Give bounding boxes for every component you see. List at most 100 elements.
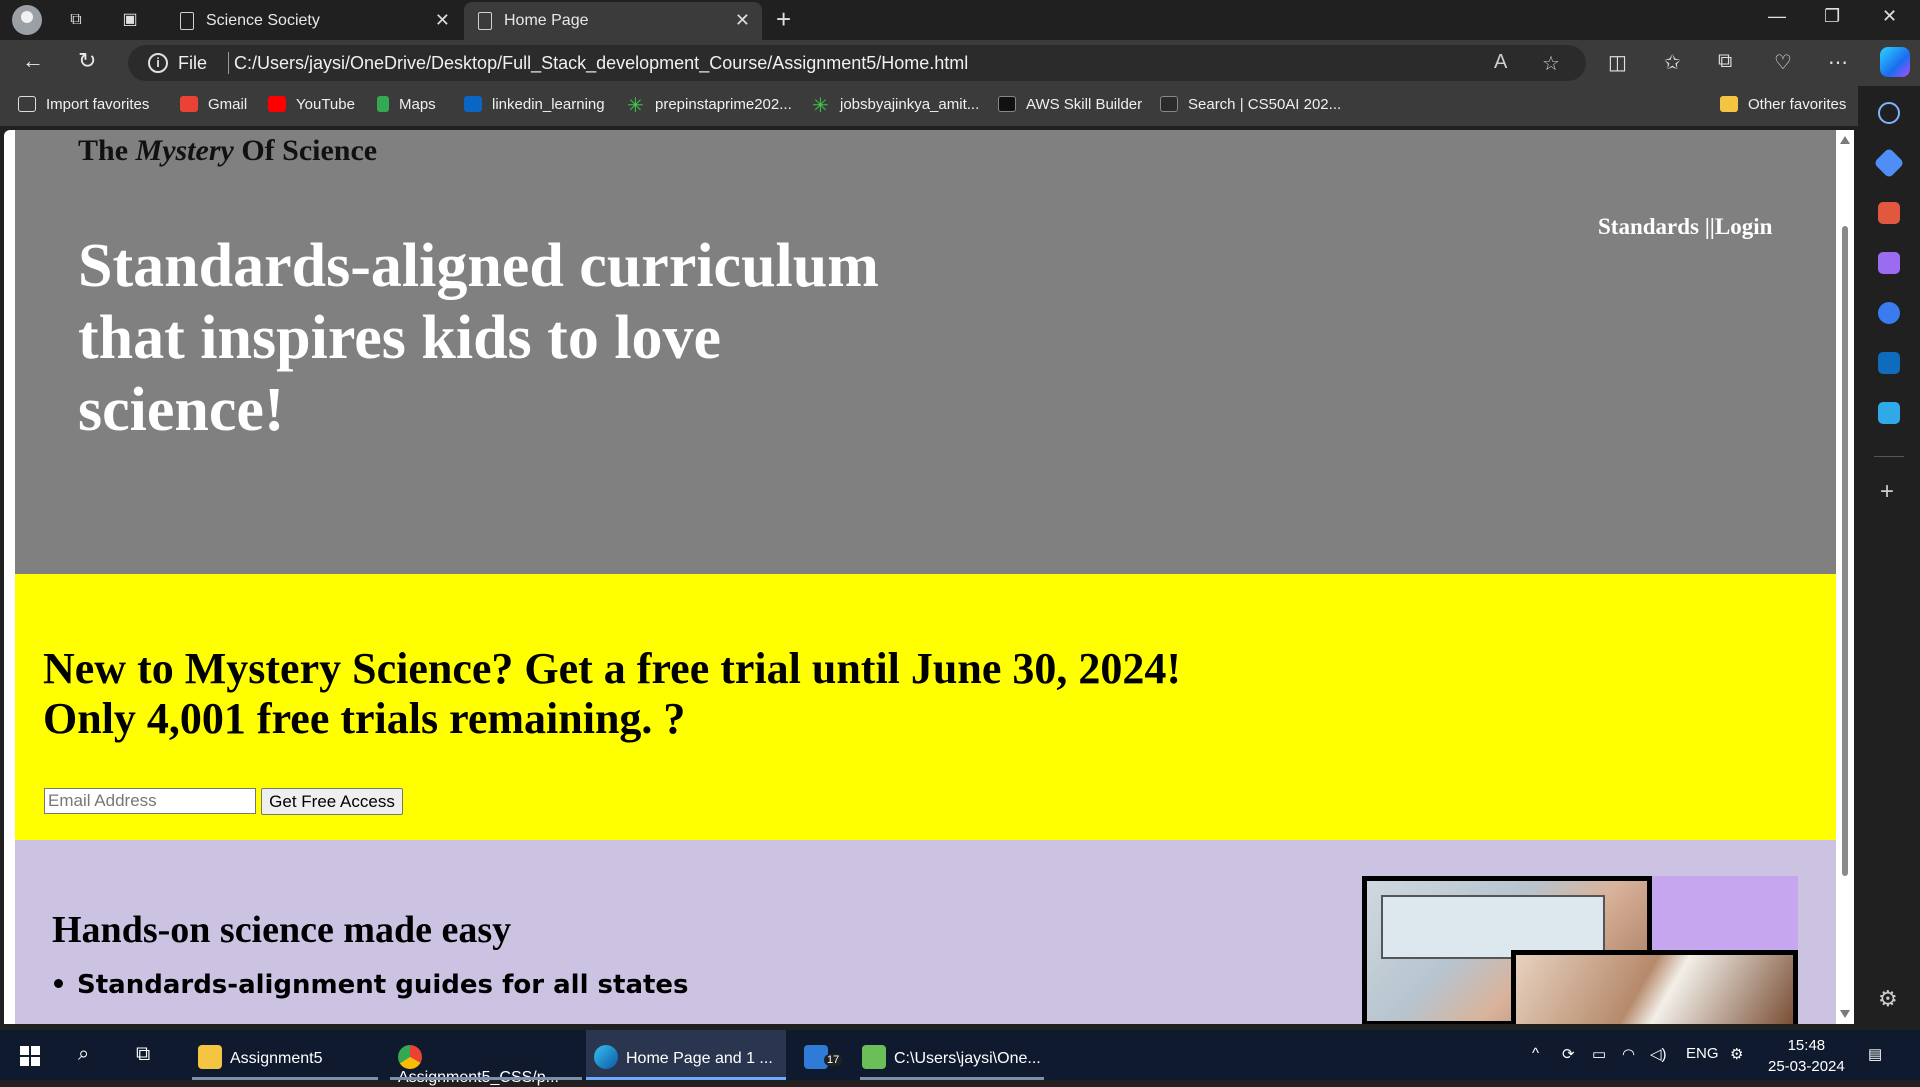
chrome-icon <box>398 1045 422 1069</box>
taskbar-app-chrome[interactable]: Assignment5_CSS/p... <box>390 1030 582 1086</box>
folder-icon <box>1720 96 1738 112</box>
add-icon[interactable]: + <box>1880 478 1894 506</box>
close-icon[interactable]: ✕ <box>735 10 750 31</box>
profile-avatar[interactable] <box>12 5 42 35</box>
taskbar-app-edge[interactable]: Home Page and 1 ... <box>586 1030 786 1080</box>
back-icon[interactable]: ← <box>22 48 44 74</box>
microsoft-365-icon[interactable] <box>1878 302 1900 324</box>
scroll-down-icon[interactable] <box>1840 1010 1850 1018</box>
language-indicator[interactable]: ENG <box>1686 1045 1719 1062</box>
close-icon[interactable]: ✕ <box>435 10 450 31</box>
list-item: Standards-alignment guides for all state… <box>77 970 689 1000</box>
address-separator <box>228 52 229 74</box>
site-brand: The Mystery Of Science <box>78 134 377 168</box>
favorite-cs50ai[interactable]: Search | CS50AI 202... <box>1160 96 1341 113</box>
favorite-other[interactable]: Other favorites <box>1720 96 1846 113</box>
nav-login-link[interactable]: Login <box>1715 214 1773 239</box>
favorites-bar: Import favorites Gmail YouTube Maps link… <box>0 86 1920 126</box>
favorite-star-icon[interactable]: ☆ <box>1542 51 1560 76</box>
favorite-import[interactable]: Import favorites <box>18 96 149 113</box>
restore-icon[interactable]: ❐ <box>1824 6 1840 27</box>
outlook-icon[interactable] <box>1878 352 1900 374</box>
drop-icon[interactable] <box>1878 402 1900 424</box>
windows-start-icon[interactable] <box>20 1046 40 1066</box>
favorite-jobsbyajinkya[interactable]: ✳ jobsbyajinkya_amit... <box>812 95 979 117</box>
brand-prefix: The <box>78 134 129 167</box>
wifi-icon[interactable]: ◠ <box>1622 1045 1635 1063</box>
edge-sidebar: + ⚙ <box>1858 86 1920 1030</box>
url-text[interactable]: C:/Users/jaysi/OneDrive/Desktop/Full_Sta… <box>234 53 968 74</box>
nav-standards-link[interactable]: Standards <box>1598 214 1699 239</box>
task-view-icon[interactable]: ⧉ <box>136 1043 150 1066</box>
show-hidden-icons-icon[interactable]: ^ <box>1532 1045 1539 1062</box>
settings-gear-icon[interactable]: ⚙ <box>1878 986 1898 1012</box>
linkedin-icon <box>464 96 482 112</box>
more-options-icon[interactable]: ⋯ <box>1828 50 1848 75</box>
clock-time: 15:48 <box>1787 1037 1826 1054</box>
taskbar-app-assignment5[interactable]: Assignment5 <box>192 1030 378 1080</box>
shopping-tag-icon[interactable] <box>1873 147 1905 179</box>
features-section: Hands-on science made easy Standards-ali… <box>15 840 1836 1024</box>
volume-icon[interactable]: ◁) <box>1650 1045 1667 1063</box>
address-bar[interactable]: i File C:/Users/jaysi/OneDrive/Desktop/F… <box>128 45 1586 81</box>
favorite-aws-skill-builder[interactable]: AWS Skill Builder <box>998 96 1142 113</box>
read-aloud-icon[interactable]: A <box>1494 51 1507 74</box>
search-icon[interactable] <box>1878 102 1900 124</box>
new-tab-icon[interactable]: + <box>776 4 791 35</box>
aws-icon <box>998 96 1016 112</box>
tab-home-page[interactable]: Home Page ✕ <box>464 2 762 40</box>
page-icon <box>478 12 492 30</box>
notepad-icon <box>862 1045 886 1069</box>
toolbox-icon[interactable] <box>1878 202 1900 224</box>
page-scrollbar[interactable] <box>1836 130 1854 1024</box>
scroll-up-icon[interactable] <box>1840 136 1850 144</box>
workspaces-icon[interactable]: ⧉ <box>64 8 88 32</box>
copilot-icon[interactable] <box>1880 47 1910 77</box>
promo-text: New to Mystery Science? Get a free trial… <box>43 644 1181 744</box>
brand-italic: Mystery <box>135 134 234 167</box>
features-list: Standards-alignment guides for all state… <box>77 970 689 1000</box>
notifications-icon[interactable]: ▤ <box>1868 1045 1882 1063</box>
page-icon <box>180 12 194 30</box>
battery-icon[interactable]: ▭ <box>1592 1045 1606 1063</box>
close-window-icon[interactable]: ✕ <box>1882 6 1897 27</box>
games-icon[interactable] <box>1878 252 1900 274</box>
promo-line-1: New to Mystery Science? Get a free trial… <box>43 644 1182 693</box>
sync-icon[interactable]: ⟳ <box>1562 1045 1575 1063</box>
tab-label: Science Society <box>206 12 320 29</box>
scroll-thumb[interactable] <box>1842 226 1848 876</box>
youtube-icon <box>268 96 286 112</box>
favorite-maps[interactable]: Maps <box>377 96 436 113</box>
edx-icon <box>1160 96 1178 112</box>
minimize-icon[interactable]: — <box>1768 6 1786 27</box>
collections-icon[interactable]: ⧉ <box>1718 50 1732 73</box>
tab-label: Home Page <box>504 12 589 29</box>
asterisk-icon: ✳ <box>812 95 829 117</box>
mail-badge: 17 <box>824 1054 843 1066</box>
maps-icon <box>377 96 389 112</box>
get-free-access-button[interactable]: Get Free Access <box>261 788 403 815</box>
favorite-prepinsta[interactable]: ✳ prepinstaprime202... <box>627 96 792 116</box>
brand-suffix: Of Science <box>241 134 378 167</box>
settings-icon[interactable]: ⚙ <box>1730 1045 1743 1063</box>
free-trial-section: New to Mystery Science? Get a free trial… <box>15 574 1836 840</box>
tab-science-society[interactable]: Science Society ✕ <box>166 2 462 40</box>
favorites-icon[interactable]: ✩ <box>1664 50 1681 75</box>
info-icon[interactable]: i <box>148 53 168 73</box>
favorite-youtube[interactable]: YouTube <box>268 96 355 113</box>
favorite-linkedin-learning[interactable]: linkedin_learning <box>464 96 605 113</box>
vertical-tabs-icon[interactable]: ▣ <box>118 8 142 32</box>
taskbar-app-mail[interactable]: 17 <box>800 1030 850 1080</box>
favorite-gmail[interactable]: Gmail <box>180 96 247 113</box>
refresh-icon[interactable]: ↻ <box>78 48 96 74</box>
browser-essentials-icon[interactable]: ♡ <box>1774 50 1792 75</box>
split-screen-icon[interactable]: ◫ <box>1608 50 1627 75</box>
hero-headline: Standards-aligned curriculum that inspir… <box>78 232 879 444</box>
taskbar: ⌕ ⧉ Assignment5 Assignment5_CSS/p... Hom… <box>0 1030 1920 1086</box>
search-icon[interactable]: ⌕ <box>78 1043 89 1066</box>
email-field[interactable] <box>44 788 256 814</box>
clock[interactable]: 15:48 25-03-2024 <box>1768 1035 1845 1077</box>
taskbar-app-notepad[interactable]: C:\Users\jaysi\One... <box>860 1030 1044 1080</box>
top-nav: Standards ||Login <box>1598 214 1772 240</box>
gmail-icon <box>180 96 198 112</box>
